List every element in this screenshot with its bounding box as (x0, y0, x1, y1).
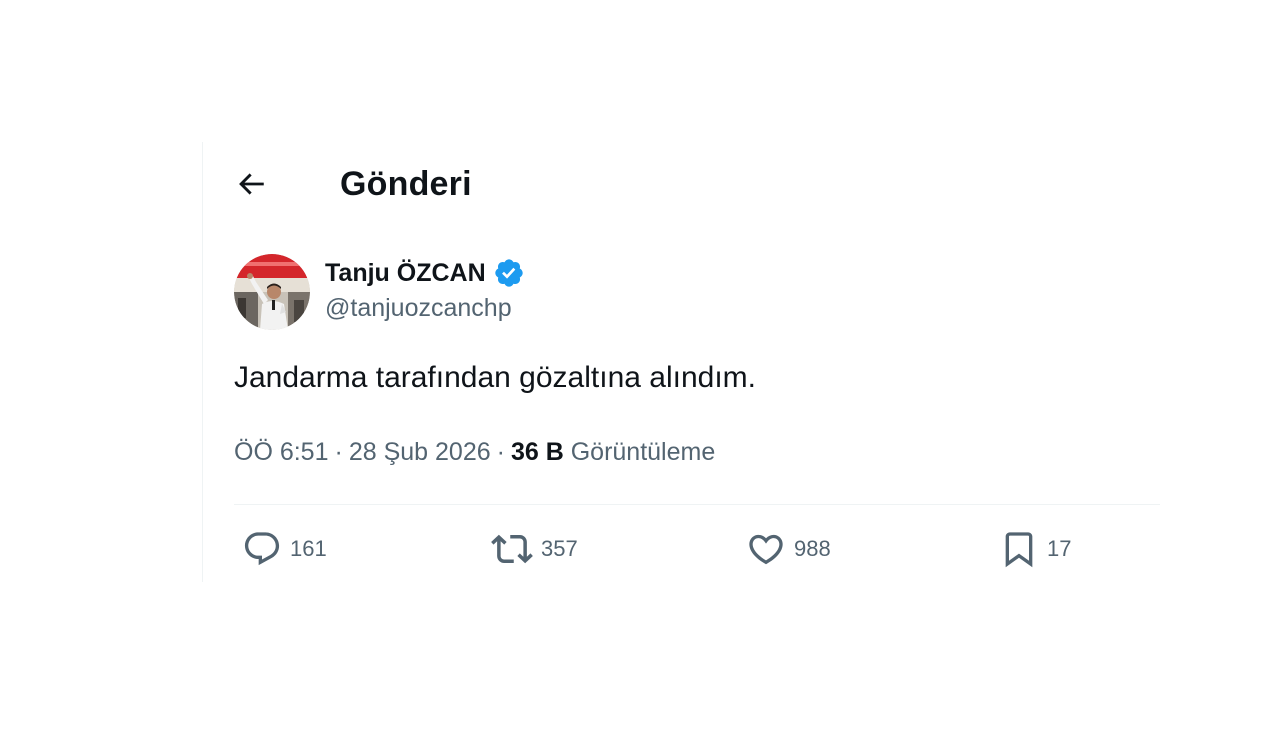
repost-count: 357 (541, 536, 578, 561)
tweet-time[interactable]: ÖÖ 6:51 (234, 438, 329, 466)
meta-separator: · (334, 438, 343, 466)
page-title: Gönderi (340, 165, 472, 203)
divider (234, 504, 1160, 505)
display-name: Tanju ÖZCAN (325, 259, 486, 287)
views-label: Görüntüleme (570, 438, 716, 466)
arrow-left-icon (239, 173, 264, 195)
reply-icon (244, 532, 280, 566)
action-bar: 161 357 988 17 (203, 527, 1193, 571)
author-handle[interactable]: @tanjuozcanchp (325, 292, 512, 324)
reply-button[interactable]: 161 (242, 527, 327, 571)
repost-button[interactable]: 357 (491, 527, 578, 571)
like-button[interactable]: 988 (746, 527, 831, 571)
bookmark-icon (1005, 532, 1033, 568)
post-header: Gönderi (203, 162, 1193, 206)
bookmark-count: 17 (1047, 536, 1072, 561)
tweet-meta: ÖÖ 6:51 · 28 Şub 2026 · 36 B Görüntüleme (234, 435, 715, 469)
reply-count: 161 (290, 536, 327, 561)
like-count: 988 (794, 536, 831, 561)
tweet-text: Jandarma tarafından gözaltına alındım. (234, 361, 756, 394)
back-button[interactable] (231, 164, 271, 204)
views-count: 36 B (510, 438, 564, 466)
avatar[interactable] (234, 254, 310, 330)
post-column: Gönderi Tanju ÖZCAN @tanjuozcanchp Janda… (202, 142, 1193, 582)
tweet-date[interactable]: 28 Şub 2026 (349, 438, 491, 466)
avatar-image (234, 254, 310, 330)
heart-icon (749, 534, 783, 565)
meta-separator: · (496, 438, 505, 466)
bookmark-button[interactable]: 17 (999, 527, 1071, 571)
author-row: Tanju ÖZCAN @tanjuozcanchp (234, 254, 834, 330)
display-name-link[interactable]: Tanju ÖZCAN (325, 257, 525, 289)
repost-icon (491, 534, 533, 564)
verified-badge-icon (493, 257, 525, 289)
